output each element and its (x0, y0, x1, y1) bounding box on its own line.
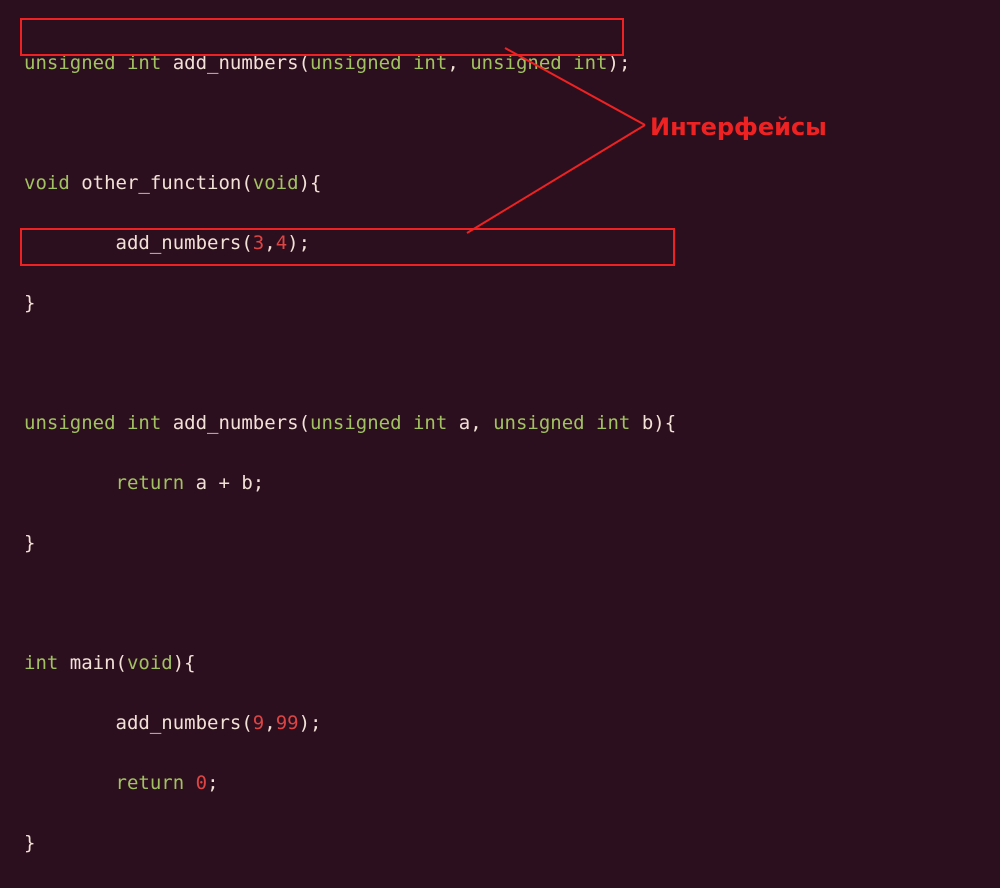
code-line-14: } (24, 828, 1000, 858)
blank-line (24, 588, 1000, 618)
number-literal: 99 (276, 712, 299, 734)
keyword: return (116, 772, 185, 794)
annotation-label: Интерфейсы (650, 112, 827, 142)
keyword: return (116, 472, 185, 494)
code-line-7: unsigned int add_numbers(unsigned int a,… (24, 408, 1000, 438)
blank-line (24, 108, 1000, 138)
code-line-12: add_numbers(9,99); (24, 708, 1000, 738)
keyword: unsigned (470, 52, 562, 74)
number-literal: 0 (196, 772, 207, 794)
code-line-11: int main(void){ (24, 648, 1000, 678)
code-line-13: return 0; (24, 768, 1000, 798)
code-line-3: void other_function(void){ (24, 168, 1000, 198)
keyword: void (253, 172, 299, 194)
number-literal: 4 (276, 232, 287, 254)
code-line-9: } (24, 528, 1000, 558)
keyword: int (127, 412, 161, 434)
keyword: int (127, 52, 161, 74)
keyword: unsigned (310, 52, 402, 74)
keyword: void (24, 172, 70, 194)
code-line-8: return a + b; (24, 468, 1000, 498)
keyword: int (573, 52, 607, 74)
number-literal: 9 (253, 712, 264, 734)
keyword: unsigned (310, 412, 402, 434)
code-line-5: } (24, 288, 1000, 318)
keyword: int (24, 652, 58, 674)
keyword: int (413, 52, 447, 74)
code-line-4: add_numbers(3,4); (24, 228, 1000, 258)
number-literal: 3 (253, 232, 264, 254)
keyword: int (596, 412, 630, 434)
identifier: add_numbers( (161, 52, 310, 74)
identifier: add_numbers( (161, 412, 310, 434)
keyword: unsigned (24, 52, 116, 74)
keyword: unsigned (493, 412, 585, 434)
blank-line (24, 348, 1000, 378)
identifier: main( (58, 652, 127, 674)
code-block: unsigned int add_numbers(unsigned int, u… (0, 0, 1000, 888)
code-line-1: unsigned int add_numbers(unsigned int, u… (24, 48, 1000, 78)
keyword: void (127, 652, 173, 674)
identifier: other_function( (70, 172, 253, 194)
keyword: unsigned (24, 412, 116, 434)
keyword: int (413, 412, 447, 434)
